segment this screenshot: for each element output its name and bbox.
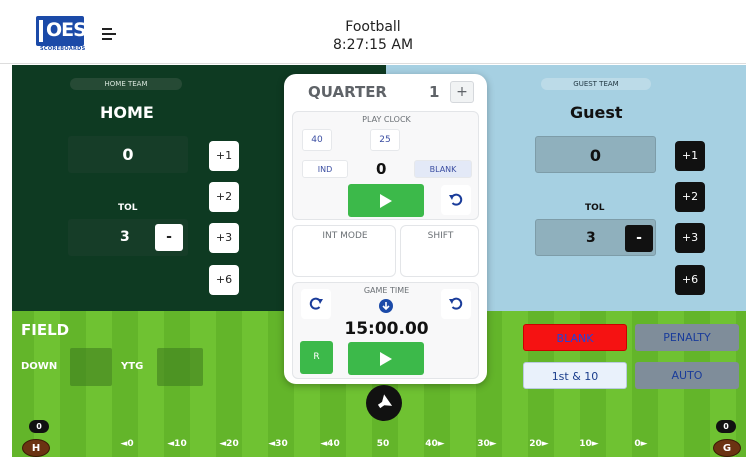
ytg-label: YTG [121, 361, 144, 372]
guest-tol-minus-button[interactable]: - [625, 225, 653, 252]
redo-icon [309, 297, 323, 310]
guest-plus2-button[interactable]: +2 [675, 182, 705, 212]
field-label: FIELD [21, 321, 70, 339]
game-time-redo-button[interactable] [301, 289, 331, 319]
blank-flag-button[interactable]: BLANK [523, 324, 627, 351]
guest-team-tag[interactable]: GUEST TEAM [541, 78, 651, 90]
yard-marker: 30► [477, 439, 497, 449]
center-control-card: QUARTER 1 + PLAY CLOCK 40 25 IND 0 BLANK… [284, 74, 487, 384]
game-time-value[interactable]: 15:00.00 [293, 319, 480, 339]
app-header: OES SCOREBOARDS Football 8:27:15 AM [0, 0, 746, 64]
horn-icon [377, 394, 393, 409]
home-tol-minus-button[interactable]: - [155, 224, 183, 251]
yard-marker: ◄20 [219, 439, 239, 449]
ytg-value-box[interactable] [157, 348, 203, 386]
penalty-button[interactable]: PENALTY [635, 324, 739, 351]
reset-r-button[interactable]: R [300, 341, 333, 374]
yard-marker: 10► [579, 439, 599, 449]
guest-ball-score: 0 [716, 420, 736, 433]
home-plus2-button[interactable]: +2 [209, 182, 239, 212]
play-clock-start-button[interactable] [348, 184, 424, 217]
blank-play-clock-button[interactable]: BLANK [414, 160, 472, 178]
guest-plus6-button[interactable]: +6 [675, 265, 705, 295]
home-tol-label: TOL [118, 203, 138, 213]
field-stripe [242, 311, 268, 457]
yard-marker: ◄30 [268, 439, 288, 449]
home-tol-box: 3 - [68, 219, 188, 256]
yard-marker: ◄40 [320, 439, 340, 449]
guest-tol-value[interactable]: 3 [586, 230, 596, 246]
home-ball-score: 0 [29, 420, 49, 433]
guest-score[interactable]: 0 [535, 136, 656, 173]
shift-section[interactable]: SHIFT [400, 225, 479, 277]
yard-marker: 0► [634, 439, 648, 449]
game-time-start-button[interactable] [348, 342, 424, 375]
play-icon [380, 193, 392, 208]
down-value-box[interactable] [70, 348, 112, 386]
guest-tol-label: TOL [585, 203, 605, 213]
clock-time: 8:27:15 AM [332, 37, 414, 53]
play-clock-40-button[interactable]: 40 [302, 129, 332, 151]
guest-football-icon[interactable]: G [713, 439, 741, 457]
home-plus3-button[interactable]: +3 [209, 223, 239, 253]
horn-button[interactable] [366, 385, 402, 421]
guest-tol-box: 3 - [535, 219, 656, 256]
yard-marker: 20► [529, 439, 549, 449]
yard-marker: 40► [425, 439, 445, 449]
first-and-ten-button[interactable]: 1st & 10 [523, 362, 627, 389]
home-football-icon[interactable]: H [22, 439, 50, 457]
down-arrow-circle-icon[interactable] [379, 299, 393, 313]
undo-icon [449, 193, 463, 206]
yard-marker: ◄10 [167, 439, 187, 449]
home-plus1-button[interactable]: +1 [209, 141, 239, 171]
quarter-value[interactable]: 1 [429, 83, 439, 101]
home-plus6-button[interactable]: +6 [209, 265, 239, 295]
shift-label: SHIFT [427, 231, 454, 241]
quarter-label: QUARTER [308, 83, 387, 101]
play-icon [380, 351, 392, 366]
play-clock-undo-button[interactable] [441, 185, 471, 215]
play-clock-caption: PLAY CLOCK [362, 115, 411, 124]
play-clock-25-button[interactable]: 25 [370, 129, 400, 151]
page-title: Football [345, 19, 401, 35]
down-label: DOWN [21, 361, 58, 372]
quarter-plus-button[interactable]: + [450, 81, 474, 103]
guest-team-name[interactable]: Guest [570, 103, 623, 122]
yard-marker: 50 [376, 439, 390, 449]
int-mode-section[interactable]: INT MODE [292, 225, 396, 277]
auto-button[interactable]: AUTO [635, 362, 739, 389]
guest-plus3-button[interactable]: +3 [675, 223, 705, 253]
game-time-undo-button[interactable] [441, 289, 471, 319]
yard-marker: ◄0 [120, 439, 134, 449]
guest-plus1-button[interactable]: +1 [675, 141, 705, 171]
ind-button[interactable]: IND [302, 160, 348, 178]
home-tol-value[interactable]: 3 [120, 229, 130, 245]
home-team-name[interactable]: HOME [100, 103, 154, 122]
game-time-section: GAME TIME 15:00.00 R [292, 282, 479, 379]
undo-icon [449, 297, 463, 310]
int-mode-label: INT MODE [322, 231, 368, 241]
home-team-tag[interactable]: HOME TEAM [70, 78, 182, 90]
play-clock-section: PLAY CLOCK 40 25 IND 0 BLANK [292, 111, 479, 220]
home-score[interactable]: 0 [68, 136, 188, 173]
play-clock-value: 0 [376, 160, 387, 178]
